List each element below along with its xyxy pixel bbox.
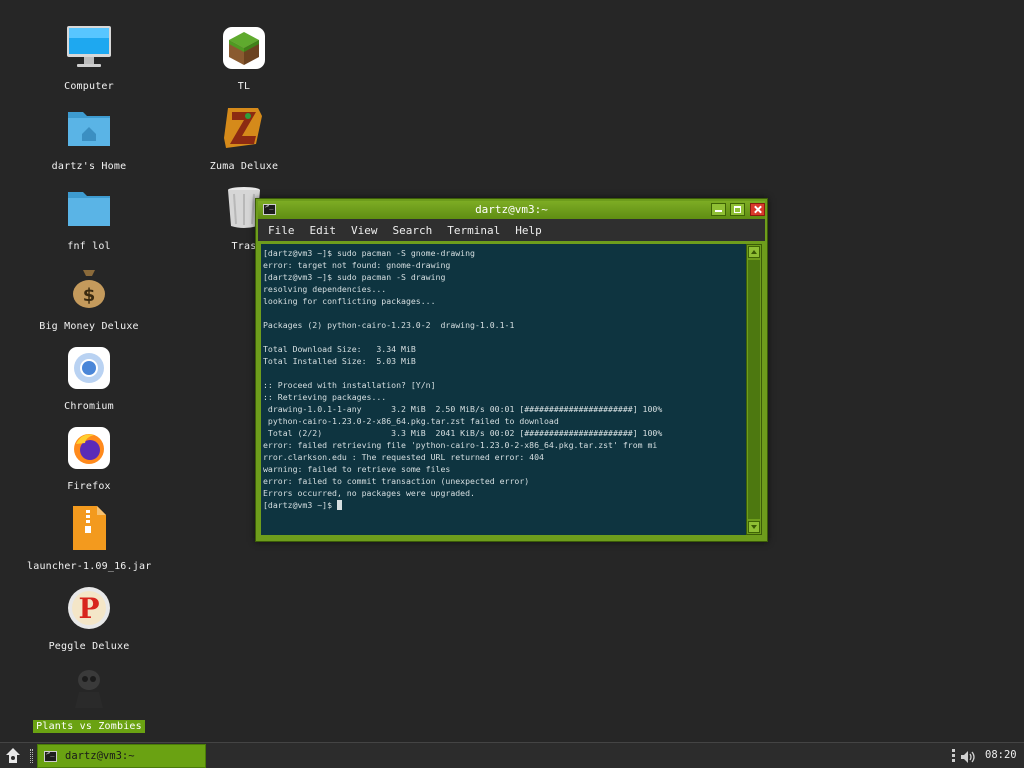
taskbar-handle[interactable] — [950, 748, 956, 764]
window-title: dartz@vm3:~ — [475, 203, 548, 216]
volume-icon[interactable] — [960, 749, 978, 763]
jar-archive-icon — [65, 504, 113, 552]
desktop-icon-computer[interactable]: Computer — [24, 24, 154, 93]
taskbar-task-label: dartz@vm3:~ — [65, 750, 135, 762]
terminal-line: Total Installed Size: 5.03 MiB — [263, 356, 416, 366]
chromium-icon — [65, 344, 113, 392]
terminal-line: Total (2/2) 3.3 MiB 2041 KiB/s 00:02 [##… — [263, 428, 663, 438]
terminal-line: drawing-1.0.1-1-any 3.2 MiB 2.50 MiB/s 0… — [263, 404, 663, 414]
svg-text:P: P — [78, 592, 99, 625]
terminal-output[interactable]: [dartz@vm3 ~]$ sudo pacman -S gnome-draw… — [261, 244, 746, 535]
svg-text:$: $ — [83, 285, 96, 306]
desktop-icon-launcher-jar[interactable]: launcher-1.09_16.jar — [24, 504, 154, 573]
desktop-icon-label: Peggle Deluxe — [48, 641, 130, 652]
minecraft-block-icon — [220, 24, 268, 72]
terminal-line: :: Retrieving packages... — [263, 392, 387, 402]
terminal-line: [dartz@vm3 ~]$ sudo pacman -S drawing — [263, 272, 446, 282]
desktop-icon-zuma[interactable]: Zuma Deluxe — [179, 104, 309, 173]
menu-view[interactable]: View — [351, 224, 378, 237]
maximize-button[interactable] — [730, 203, 745, 216]
scroll-up-button[interactable] — [748, 246, 760, 258]
menu-terminal[interactable]: Terminal — [447, 224, 500, 237]
desktop-icon-peggle[interactable]: P Peggle Deluxe — [24, 584, 154, 653]
window-titlebar[interactable]: dartz@vm3:~ — [258, 201, 765, 219]
desktop-icon-home[interactable]: dartz's Home — [24, 104, 154, 173]
desktop-icon-label: TL — [237, 81, 251, 92]
desktop-icon-big-money[interactable]: $ Big Money Deluxe — [24, 264, 154, 333]
vertical-scrollbar[interactable] — [746, 244, 762, 535]
terminal-line: looking for conflicting packages... — [263, 296, 436, 306]
firefox-icon — [65, 424, 113, 472]
terminal-line: Errors occurred, no packages were upgrad… — [263, 488, 475, 498]
app-menu-icon — [6, 748, 20, 763]
desktop-icon-label: Big Money Deluxe — [39, 321, 139, 332]
desktop-icon-label: Computer — [64, 81, 114, 92]
taskbar-task-terminal[interactable]: dartz@vm3:~ — [37, 744, 206, 768]
desktop-icon-chromium[interactable]: Chromium — [24, 344, 154, 413]
minimize-button[interactable] — [711, 203, 726, 216]
desktop-icon-pvz[interactable]: Plants vs Zombies — [24, 664, 154, 733]
terminal-line: python-cairo-1.23.0-2-x86_64.pkg.tar.zst… — [263, 416, 559, 426]
taskbar: dartz@vm3:~ 08:20 — [0, 742, 1024, 768]
peggle-icon: P — [65, 584, 113, 632]
terminal-icon — [44, 749, 57, 762]
terminal-line: warning: failed to retrieve some files — [263, 464, 451, 474]
terminal-line: Total Download Size: 3.34 MiB — [263, 344, 416, 354]
scroll-down-button[interactable] — [748, 521, 760, 533]
text-cursor — [336, 500, 342, 510]
menu-file[interactable]: File — [268, 224, 295, 237]
terminal-prompt: [dartz@vm3 ~]$ — [263, 500, 337, 510]
desktop-icon-label: dartz's Home — [51, 161, 127, 172]
scrollbar-thumb[interactable] — [748, 260, 760, 519]
desktop-icon-label: Firefox — [67, 481, 111, 492]
menu-search[interactable]: Search — [393, 224, 433, 237]
pvz-icon — [65, 664, 113, 712]
start-menu-button[interactable] — [3, 746, 23, 766]
taskbar-handle[interactable] — [30, 749, 33, 763]
terminal-line: [dartz@vm3 ~]$ sudo pacman -S gnome-draw… — [263, 248, 475, 258]
clock[interactable]: 08:20 — [985, 749, 1017, 761]
desktop-icon-label: Chromium — [64, 401, 114, 412]
desktop-icon-label: Zuma Deluxe — [209, 161, 279, 172]
desktop-icon-label: Plants vs Zombies — [33, 720, 145, 733]
menu-bar: File Edit View Search Terminal Help — [258, 219, 765, 241]
folder-icon — [65, 184, 113, 232]
desktop-icon-label: launcher-1.09_16.jar — [27, 561, 152, 572]
computer-icon — [65, 24, 113, 72]
terminal-line: resolving dependencies... — [263, 284, 387, 294]
desktop-icon-firefox[interactable]: Firefox — [24, 424, 154, 493]
menu-edit[interactable]: Edit — [310, 224, 337, 237]
terminal-line: rror.clarkson.edu : The requested URL re… — [263, 452, 544, 462]
terminal-line: error: failed retrieving file 'python-ca… — [263, 440, 658, 450]
desktop-icon-label: fnf lol — [67, 241, 111, 252]
home-folder-icon — [65, 104, 113, 152]
money-bag-icon: $ — [65, 264, 113, 312]
desktop-icon-fnf-lol[interactable]: fnf lol — [24, 184, 154, 253]
close-button[interactable] — [750, 203, 765, 216]
terminal-line: error: failed to commit transaction (une… — [263, 476, 530, 486]
terminal-prompt-line: [dartz@vm3 ~]$ — [263, 499, 744, 511]
terminal-line: error: target not found: gnome-drawing — [263, 260, 451, 270]
menu-help[interactable]: Help — [515, 224, 542, 237]
desktop-icon-tl[interactable]: TL — [179, 24, 309, 93]
terminal-line: Packages (2) python-cairo-1.23.0-2 drawi… — [263, 320, 515, 330]
zuma-icon — [220, 104, 268, 152]
terminal-window[interactable]: dartz@vm3:~ File Edit View Search Termin… — [255, 198, 768, 542]
terminal-line: :: Proceed with installation? [Y/n] — [263, 380, 436, 390]
